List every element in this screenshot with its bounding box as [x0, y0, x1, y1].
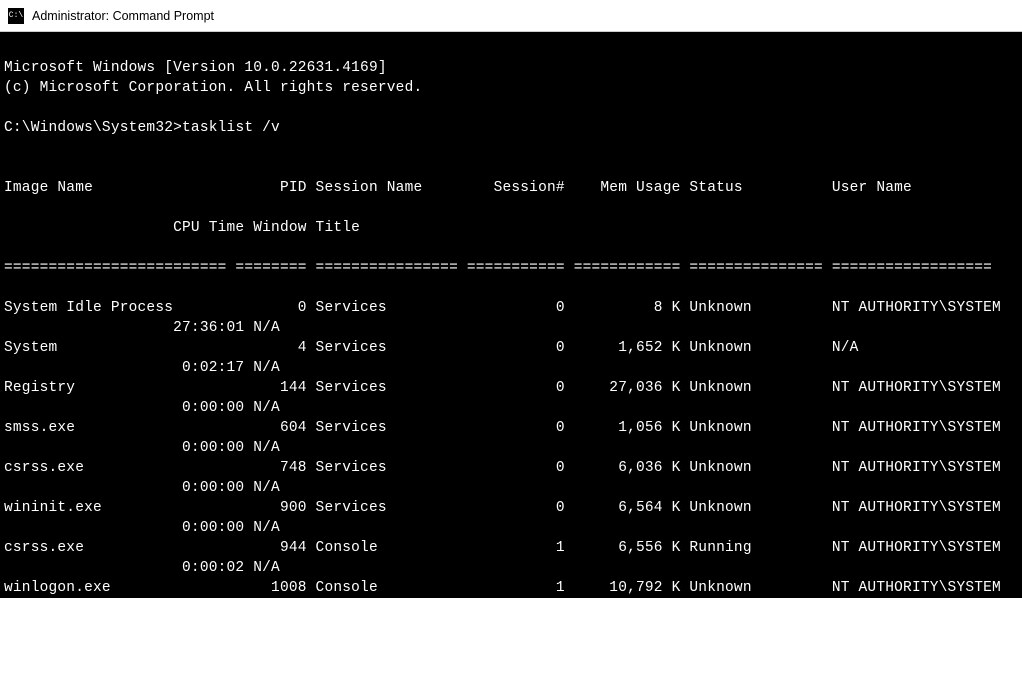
- process-row-cont: 27:36:01 N/A: [4, 318, 1018, 338]
- process-row: lsass.exe 752 Services 0 22,100 K Unknow…: [4, 658, 1018, 678]
- process-row-cont: 0:00:00 N/A: [4, 478, 1018, 498]
- process-row-cont: 0:00:02 N/A: [4, 638, 1018, 658]
- version-line: Microsoft Windows [Version 10.0.22631.41…: [4, 60, 387, 76]
- process-row: System Idle Process 0 Services 0 8 K Unk…: [4, 298, 1018, 318]
- window-title: Administrator: Command Prompt: [32, 9, 214, 23]
- process-list: System Idle Process 0 Services 0 8 K Unk…: [4, 298, 1018, 678]
- separator-line1: ========================= ======== =====…: [4, 258, 1018, 278]
- process-row: Registry 144 Services 0 27,036 K Unknown…: [4, 378, 1018, 398]
- process-row-cont: 0:00:00 N/A: [4, 518, 1018, 538]
- process-row: wininit.exe 900 Services 0 6,564 K Unkno…: [4, 498, 1018, 518]
- process-row-cont: 0:00:00 N/A: [4, 598, 1018, 618]
- cmd-icon: C:\: [8, 8, 24, 24]
- process-row: System 4 Services 0 1,652 K Unknown N/A: [4, 338, 1018, 358]
- process-row: csrss.exe 748 Services 0 6,036 K Unknown…: [4, 458, 1018, 478]
- prompt-command: tasklist /v: [182, 118, 280, 138]
- window-titlebar[interactable]: C:\ Administrator: Command Prompt: [0, 0, 1022, 32]
- process-row: csrss.exe 944 Console 1 6,556 K Running …: [4, 538, 1018, 558]
- process-row: winlogon.exe 1008 Console 1 10,792 K Unk…: [4, 578, 1018, 598]
- process-row-cont: 0:00:00 N/A: [4, 438, 1018, 458]
- process-row: smss.exe 604 Services 0 1,056 K Unknown …: [4, 418, 1018, 438]
- terminal-output[interactable]: Microsoft Windows [Version 10.0.22631.41…: [0, 32, 1022, 598]
- process-row-cont: 0:02:17 N/A: [4, 358, 1018, 378]
- prompt-path: C:\Windows\System32>: [4, 118, 182, 138]
- process-row-cont: 0:00:00 N/A: [4, 398, 1018, 418]
- column-headers-line2: CPU Time Window Title: [4, 218, 1018, 238]
- column-headers-line1: Image Name PID Session Name Session# Mem…: [4, 178, 1018, 198]
- process-row: services.exe 740 Services 0 9,144 K Unkn…: [4, 618, 1018, 638]
- copyright-line: (c) Microsoft Corporation. All rights re…: [4, 80, 422, 96]
- process-row-cont: 0:00:02 N/A: [4, 558, 1018, 578]
